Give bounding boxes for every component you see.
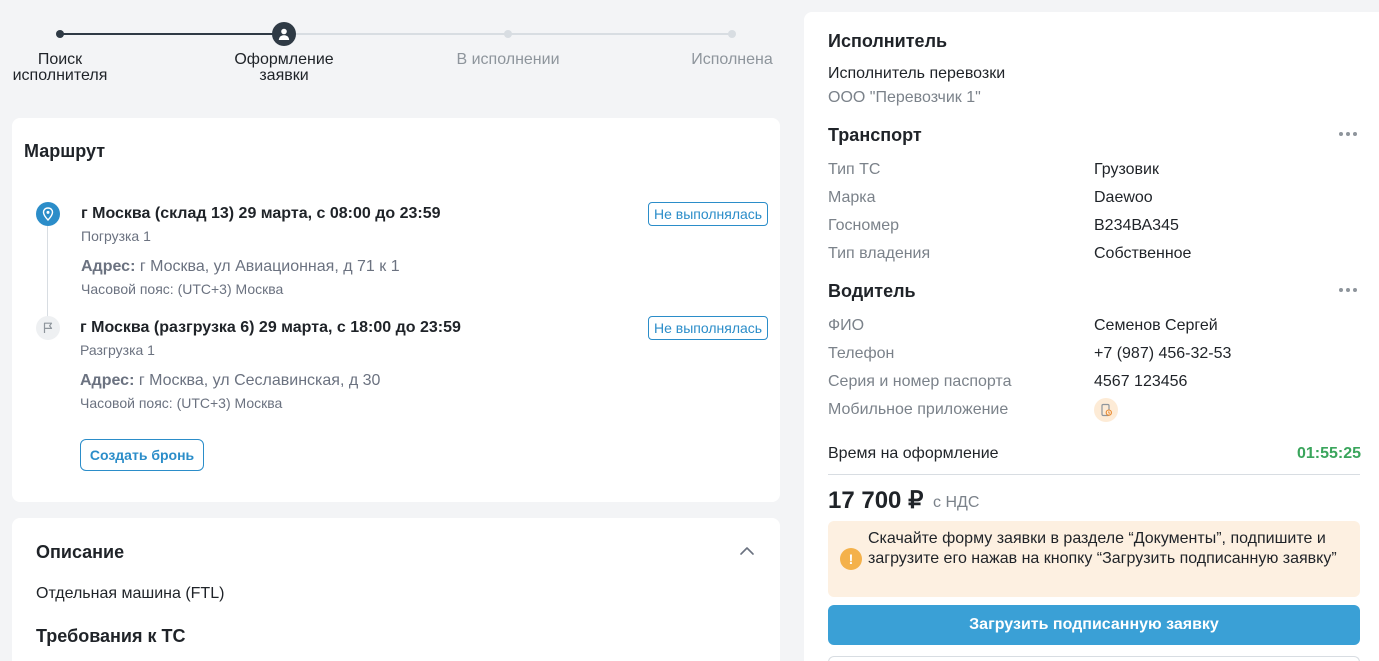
timing-label: Время на оформление [828, 445, 999, 462]
step-label-search: Поиск исполнителя [12, 51, 108, 84]
stepper-line-done [60, 33, 284, 35]
step-dot-search [56, 30, 64, 38]
description-title: Описание [36, 542, 125, 562]
address-value: г Москва, ул Сеславинская, д 30 [138, 372, 381, 389]
route-point-address: Адрес: г Москва, ул Сеславинская, д 30 [80, 372, 380, 390]
mobile-app-icon [1101, 403, 1112, 417]
address-label: Адрес: [81, 258, 136, 275]
driver-value: +7 (987) 456-32-53 [1094, 345, 1232, 362]
route-point-type: Погрузка 1 [81, 228, 151, 244]
divider [828, 474, 1360, 475]
step-label-formalization: Оформление заявки [234, 51, 334, 84]
create-booking-button[interactable]: Создать бронь [80, 439, 204, 471]
user-icon [278, 28, 290, 40]
price-vat: с НДС [933, 494, 980, 511]
route-point-timezone: Часовой пояс: (UTC+3) Москва [81, 281, 284, 297]
transport-label: Тип ТС [828, 161, 881, 178]
warning-icon: ! [840, 548, 862, 570]
driver-title: Водитель [828, 281, 916, 301]
transport-label: Госномер [828, 217, 900, 234]
transport-title: Транспорт [828, 125, 922, 145]
next-section-edge [828, 656, 1360, 661]
step-dot-active [272, 22, 296, 46]
step-dot-in-progress [504, 30, 512, 38]
status-badge: Не выполнялась [648, 202, 769, 226]
executor-title: Исполнитель [828, 31, 948, 51]
progress-stepper: Поиск исполнителя Оформление заявки В ис… [0, 0, 790, 110]
executor-value: ООО "Перевозчик 1" [828, 89, 981, 106]
driver-label: Телефон [828, 345, 895, 362]
upload-signed-request-button[interactable]: Загрузить подписанную заявку [828, 605, 1360, 645]
description-text: Отдельная машина (FTL) [36, 585, 225, 602]
driver-label: ФИО [828, 317, 865, 334]
status-badge: Не выполнялась [648, 316, 769, 340]
driver-more-icon[interactable] [1339, 285, 1359, 295]
price-amount: 17 700 ₽ [828, 487, 924, 514]
mobile-app-status [1094, 398, 1118, 422]
step-label-completed: Исполнена [691, 51, 773, 68]
driver-value: 4567 123456 [1094, 373, 1188, 390]
transport-label: Тип владения [828, 245, 931, 262]
timing-countdown: 01:55:25 [1297, 445, 1362, 462]
route-point-badge-unloading [36, 316, 60, 340]
transport-value: Грузовик [1094, 161, 1159, 178]
step-dot-completed [728, 30, 736, 38]
transport-value: Daewoo [1094, 189, 1153, 206]
chevron-up-icon[interactable] [739, 543, 755, 559]
flag-icon [43, 322, 53, 333]
executor-label: Исполнитель перевозки [828, 65, 1006, 82]
transport-value: Собственное [1094, 245, 1192, 262]
address-value: г Москва, ул Авиационная, д 71 к 1 [139, 258, 400, 275]
route-title: Маршрут [24, 141, 106, 161]
sign-notice: ! Скачайте форму заявки в разделе “Докум… [828, 521, 1360, 597]
route-point-address: Адрес: г Москва, ул Авиационная, д 71 к … [81, 258, 400, 276]
address-label: Адрес: [80, 372, 135, 389]
transport-more-icon[interactable] [1339, 129, 1359, 139]
transport-label: Марка [828, 189, 876, 206]
step-label-in-progress: В исполнении [456, 51, 560, 68]
route-connector [47, 226, 48, 320]
map-pin-icon [42, 207, 54, 221]
driver-label: Мобильное приложение [828, 401, 1009, 418]
route-point-badge-loading [36, 202, 60, 226]
transport-value: В234ВА345 [1094, 217, 1179, 234]
route-point-title: г Москва (склад 13) 29 марта, с 08:00 до… [81, 205, 441, 222]
route-point-type: Разгрузка 1 [80, 342, 155, 358]
driver-label: Серия и номер паспорта [828, 373, 1012, 390]
notice-text: Скачайте форму заявки в разделе “Докумен… [868, 530, 1337, 567]
requirements-title: Требования к ТС [36, 626, 186, 646]
route-point-timezone: Часовой пояс: (UTC+3) Москва [80, 395, 283, 411]
route-point-title: г Москва (разгрузка 6) 29 марта, с 18:00… [80, 319, 461, 336]
driver-value: Семенов Сергей [1094, 317, 1218, 334]
